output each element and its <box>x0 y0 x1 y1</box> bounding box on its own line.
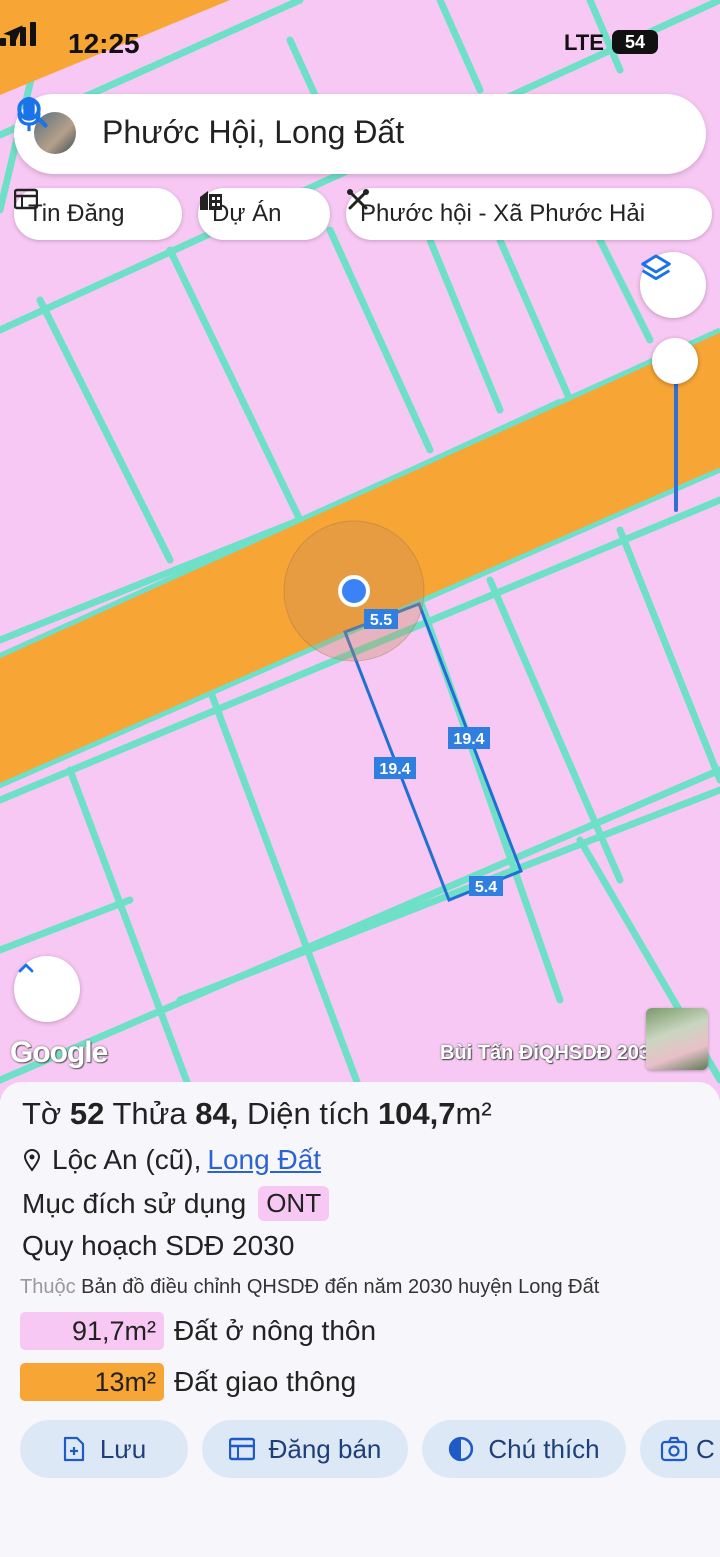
purpose-line: Mục đích sử dụng ONT <box>22 1186 330 1221</box>
layers-button[interactable] <box>640 252 706 318</box>
chip-tin-dang[interactable]: Tin Đăng <box>14 188 182 240</box>
listing-icon <box>228 1437 255 1461</box>
edge-label-top: 5.5 <box>370 612 392 629</box>
expand-panel-button[interactable] <box>14 956 80 1022</box>
edge-label-right: 19.4 <box>453 731 484 748</box>
google-logo: Google <box>10 1036 108 1069</box>
signal-icon <box>0 22 36 46</box>
legend-label: Đất giao thông <box>174 1366 357 1397</box>
current-location-dot <box>338 575 370 607</box>
purpose-badge: ONT <box>258 1186 330 1221</box>
layers-icon <box>641 254 671 281</box>
edge-label-left: 19.4 <box>379 761 410 778</box>
source-line: Thuộc Bản đồ điều chỉnh QHSDĐ đến năm 20… <box>20 1276 599 1299</box>
tools-icon <box>347 189 369 210</box>
search-bar[interactable]: Phước Hội, Long Đất <box>14 94 706 174</box>
legend-swatch-residential: 91,7m² <box>20 1312 164 1350</box>
camera-button[interactable]: C <box>640 1420 720 1478</box>
listing-icon <box>14 188 38 210</box>
area-word: Diện tích <box>246 1096 370 1131</box>
legend-row: 13m² Đất giao thông <box>20 1363 356 1401</box>
post-sale-button[interactable]: Đăng bán <box>202 1420 408 1478</box>
zoom-slider-track[interactable] <box>674 382 678 512</box>
contrast-icon <box>449 1436 474 1462</box>
parcel-number: 84, <box>195 1096 239 1131</box>
action-label: Chú thích <box>488 1433 600 1464</box>
title-prefix: Tờ <box>22 1096 62 1131</box>
action-label: Đăng bán <box>268 1433 382 1464</box>
building-icon <box>200 191 222 210</box>
map-line <box>326 226 434 454</box>
purpose-label: Mục đích sử dụng <box>22 1187 247 1219</box>
parcel-word: Thửa <box>112 1096 187 1131</box>
battery-indicator: 54 <box>612 30 658 54</box>
pin-icon <box>23 1149 41 1172</box>
map-line <box>426 236 504 414</box>
plan-label: Quy hoạch SDĐ 2030 <box>22 1230 295 1261</box>
map-line <box>166 246 304 524</box>
legend-swatch-road: 13m² <box>20 1363 164 1401</box>
map-credit: Bùi Tấn ĐiQHSDĐ 2030 <box>440 1042 662 1064</box>
locality: Lộc An (cũ), <box>52 1144 202 1175</box>
mic-icon[interactable] <box>14 94 44 134</box>
status-bar: 12:25 LTE 54 <box>0 22 720 66</box>
camera-icon <box>660 1436 688 1462</box>
source-text: Bản đồ điều chỉnh QHSDĐ đến năm 2030 huy… <box>81 1276 600 1298</box>
chip-label: Tin Đăng <box>28 200 125 227</box>
status-time: 12:25 <box>68 28 140 59</box>
edge-label-bottom: 5.4 <box>475 879 497 896</box>
map-view[interactable]: 5.5 19.4 19.4 5.4 12:25 LTE 54 Phước Hội… <box>0 0 720 1100</box>
street-thumbnail[interactable] <box>646 1008 708 1070</box>
legend-label: Đất ở nông thôn <box>174 1315 377 1346</box>
map-line <box>616 526 720 784</box>
parcel-title: Tờ 52 Thửa 84, Diện tích 104,7m² <box>22 1096 492 1132</box>
map-line <box>0 896 134 954</box>
search-query[interactable]: Phước Hội, Long Đất <box>102 114 404 151</box>
legend-button[interactable]: Chú thích <box>422 1420 626 1478</box>
location-line: Lộc An (cũ), Long Đất <box>22 1144 321 1176</box>
network-type: LTE <box>564 30 604 55</box>
sheet-number: 52 <box>69 1096 105 1131</box>
action-label: C <box>696 1433 715 1464</box>
source-muted: Thuộc <box>20 1276 76 1298</box>
chip-label: Phước hội - Xã Phước Hải <box>360 200 646 227</box>
save-button[interactable]: Lưu <box>20 1420 188 1478</box>
area-unit: m² <box>455 1096 492 1131</box>
map-line <box>206 686 364 1094</box>
save-icon <box>63 1436 84 1462</box>
chip-area-filter[interactable]: Phước hội - Xã Phước Hải <box>346 188 712 240</box>
district-link[interactable]: Long Đất <box>207 1144 321 1176</box>
area-value: 104,7 <box>377 1096 456 1131</box>
zoom-slider-thumb[interactable] <box>652 338 698 384</box>
chip-du-an[interactable]: Dự Án <box>198 188 330 240</box>
map-line <box>496 236 574 404</box>
action-label: Lưu <box>99 1433 147 1464</box>
chevron-up-icon <box>18 963 34 973</box>
map-line <box>0 766 720 1084</box>
parcel-info-panel: Tờ 52 Thửa 84, Diện tích 104,7m² Lộc An … <box>0 1082 720 1557</box>
map-line <box>36 296 174 564</box>
legend-row: 91,7m² Đất ở nông thôn <box>20 1312 376 1350</box>
